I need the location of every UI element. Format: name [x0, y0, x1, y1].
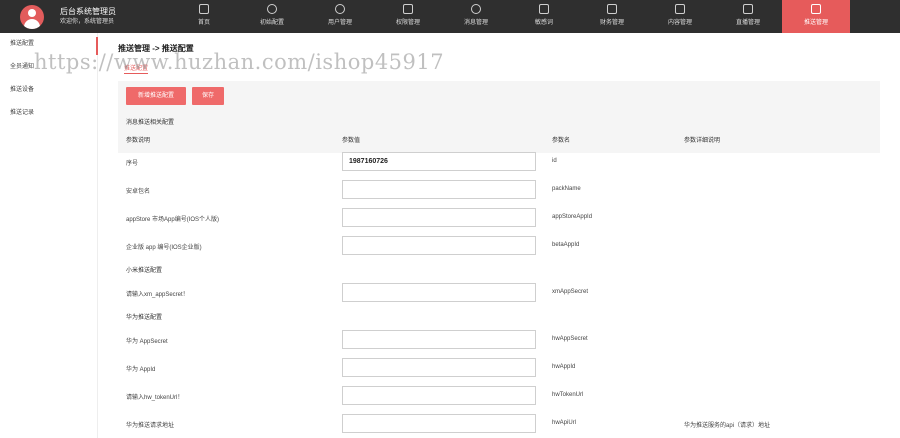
column-header-description: 参数说明 — [126, 138, 151, 144]
nav-finance-management[interactable]: 财务管理 — [578, 0, 646, 33]
nav-initial-config[interactable]: 初始配置 — [238, 0, 306, 33]
hw-app-secret-input[interactable] — [342, 330, 536, 349]
breadcrumb: 推送管理 -> 推送配置 — [118, 44, 194, 53]
nav-label: 敏感词 — [534, 20, 553, 26]
nav-label: 用户管理 — [327, 20, 352, 26]
top-nav: 首页 初始配置 用户管理 权限管理 消息管理 敏感词 财务管理 内容管理 直播管… — [170, 0, 850, 33]
row-label-hw-app-id: 华为 AppId — [126, 367, 156, 373]
filter-icon — [539, 4, 549, 14]
avatar[interactable] — [20, 5, 44, 29]
row-label-hw-token-url: 请输入hw_tokenUrl！ — [126, 395, 184, 401]
id-input[interactable] — [342, 152, 536, 171]
section-title: 消息推送相关配置 — [126, 120, 175, 126]
row-param-id: id — [552, 158, 557, 164]
nav-content-management[interactable]: 内容管理 — [646, 0, 714, 33]
group-title-xiaomi: 小米推送配置 — [126, 268, 163, 274]
appstore-app-id-input[interactable] — [342, 208, 536, 227]
sidebar-active-indicator — [96, 37, 98, 55]
row-label-appstore-app-id: appStore 市场App编号(IOS个人版) — [126, 217, 220, 223]
nav-label: 权限管理 — [395, 20, 420, 26]
sidebar-item-push-records[interactable]: 推送记录 — [0, 102, 97, 125]
xm-app-secret-input[interactable] — [342, 283, 536, 302]
hw-api-url-input[interactable] — [342, 414, 536, 433]
sidebar-item-push-config[interactable]: 推送配置 — [0, 33, 97, 56]
hw-token-url-input[interactable] — [342, 386, 536, 405]
brand-text: 后台系统管理员 欢迎你，系统管理员 — [60, 6, 116, 28]
nav-label: 首页 — [197, 20, 210, 26]
column-header-name: 参数名 — [552, 138, 571, 144]
row-param-hw-api-url: hwApiUrl — [552, 420, 577, 426]
pack-name-input[interactable] — [342, 180, 536, 199]
nav-label: 内容管理 — [667, 20, 692, 26]
row-param-hw-token-url: hwTokenUrl — [552, 392, 584, 398]
toolbar-panel: 新增推送配置 保存 消息推送相关配置 参数说明 参数值 参数名 参数详细说明 — [118, 81, 880, 153]
nav-home[interactable]: 首页 — [170, 0, 238, 33]
save-button[interactable]: 保存 — [192, 87, 224, 105]
column-header-value: 参数值 — [342, 138, 361, 144]
add-push-config-button[interactable]: 新增推送配置 — [126, 87, 186, 105]
tab-push-config[interactable]: 推送配置 — [124, 63, 149, 74]
brand: 后台系统管理员 欢迎你，系统管理员 — [20, 4, 116, 30]
push-icon — [811, 4, 821, 14]
lock-icon — [403, 4, 413, 14]
row-param-beta-app-id: betaAppId — [552, 242, 580, 248]
nav-label: 财务管理 — [599, 20, 624, 26]
gear-icon — [267, 4, 277, 14]
row-param-hw-app-secret: hwAppSecret — [552, 336, 588, 342]
nav-label: 消息管理 — [463, 20, 488, 26]
row-label-beta-app-id: 企业版 app 编号(IOS企业版) — [126, 245, 202, 251]
nav-permission-management[interactable]: 权限管理 — [374, 0, 442, 33]
message-icon — [471, 4, 481, 14]
row-label-hw-api-url: 华为推送请求地址 — [126, 423, 175, 429]
row-label-pack-name: 安卓包名 — [126, 189, 151, 195]
row-label-id: 序号 — [126, 161, 139, 167]
nav-live-management[interactable]: 直播管理 — [714, 0, 782, 33]
hw-app-id-input[interactable] — [342, 358, 536, 377]
top-header: 后台系统管理员 欢迎你，系统管理员 首页 初始配置 用户管理 权限管理 消息管理… — [0, 0, 900, 33]
live-icon — [743, 4, 753, 14]
nav-label: 推送管理 — [803, 20, 828, 26]
nav-push-management[interactable]: 推送管理 — [782, 0, 850, 33]
sidebar: 推送配置 全员通知 推送设备 推送记录 — [0, 33, 98, 438]
row-param-xm-app-secret: xmAppSecret — [552, 289, 589, 295]
nav-user-management[interactable]: 用户管理 — [306, 0, 374, 33]
row-label-hw-app-secret: 华为 AppSecret — [126, 339, 168, 345]
document-icon — [675, 4, 685, 14]
row-note-hw-api-url: 华为推送服务的api（请求）地址 — [684, 423, 771, 429]
home-icon — [199, 4, 209, 14]
row-param-hw-app-id: hwAppId — [552, 364, 576, 370]
group-title-huawei: 华为推送配置 — [126, 315, 163, 321]
nav-message-management[interactable]: 消息管理 — [442, 0, 510, 33]
column-header-detail: 参数详细说明 — [684, 138, 721, 144]
row-label-xm-app-secret: 请输入xm_appSecret！ — [126, 292, 189, 298]
row-param-pack-name: packName — [552, 186, 581, 192]
sidebar-item-all-notify[interactable]: 全员通知 — [0, 56, 97, 79]
welcome-text: 欢迎你，系统管理员 — [60, 19, 115, 25]
nav-label: 初始配置 — [259, 20, 284, 26]
user-icon — [335, 4, 345, 14]
app-title: 后台系统管理员 — [60, 7, 116, 16]
nav-sensitive-words[interactable]: 敏感词 — [510, 0, 578, 33]
wallet-icon — [607, 4, 617, 14]
beta-app-id-input[interactable] — [342, 236, 536, 255]
row-param-appstore-app-id: appStoreAppId — [552, 214, 593, 220]
sidebar-item-push-devices[interactable]: 推送设备 — [0, 79, 97, 102]
nav-label: 直播管理 — [735, 20, 760, 26]
